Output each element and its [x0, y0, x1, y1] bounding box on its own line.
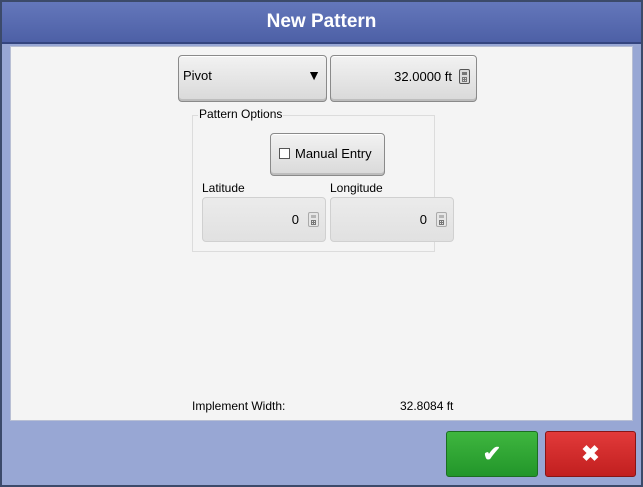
confirm-button[interactable]: ✔ — [446, 431, 538, 477]
pattern-width-value: 32.0000 ft — [394, 69, 452, 84]
latitude-label: Latitude — [202, 181, 245, 195]
title-bar: New Pattern — [2, 2, 641, 44]
manual-entry-label: Manual Entry — [295, 146, 372, 161]
pattern-type-dropdown[interactable]: Pivot ▼ — [178, 55, 327, 102]
dialog-title: New Pattern — [266, 11, 377, 32]
close-icon: ✖ — [581, 441, 600, 466]
pattern-width-field[interactable]: 32.0000 ft — [330, 55, 477, 102]
longitude-label: Longitude — [330, 181, 383, 195]
calculator-icon — [436, 212, 447, 227]
checkbox-icon[interactable] — [279, 148, 290, 159]
calculator-icon — [459, 69, 470, 84]
cancel-button[interactable]: ✖ — [545, 431, 636, 477]
pattern-type-value: Pivot — [183, 68, 212, 83]
checkmark-icon: ✔ — [482, 441, 502, 466]
longitude-field[interactable]: 0 — [330, 197, 454, 242]
calculator-icon — [308, 212, 319, 227]
implement-width-label: Implement Width: — [192, 399, 286, 413]
pattern-options-label: Pattern Options — [198, 107, 284, 121]
longitude-value: 0 — [419, 212, 427, 227]
latitude-value: 0 — [291, 212, 299, 227]
dropdown-arrow-icon: ▼ — [307, 67, 321, 83]
latitude-field[interactable]: 0 — [202, 197, 326, 242]
implement-width-value: 32.8084 ft — [400, 399, 454, 413]
